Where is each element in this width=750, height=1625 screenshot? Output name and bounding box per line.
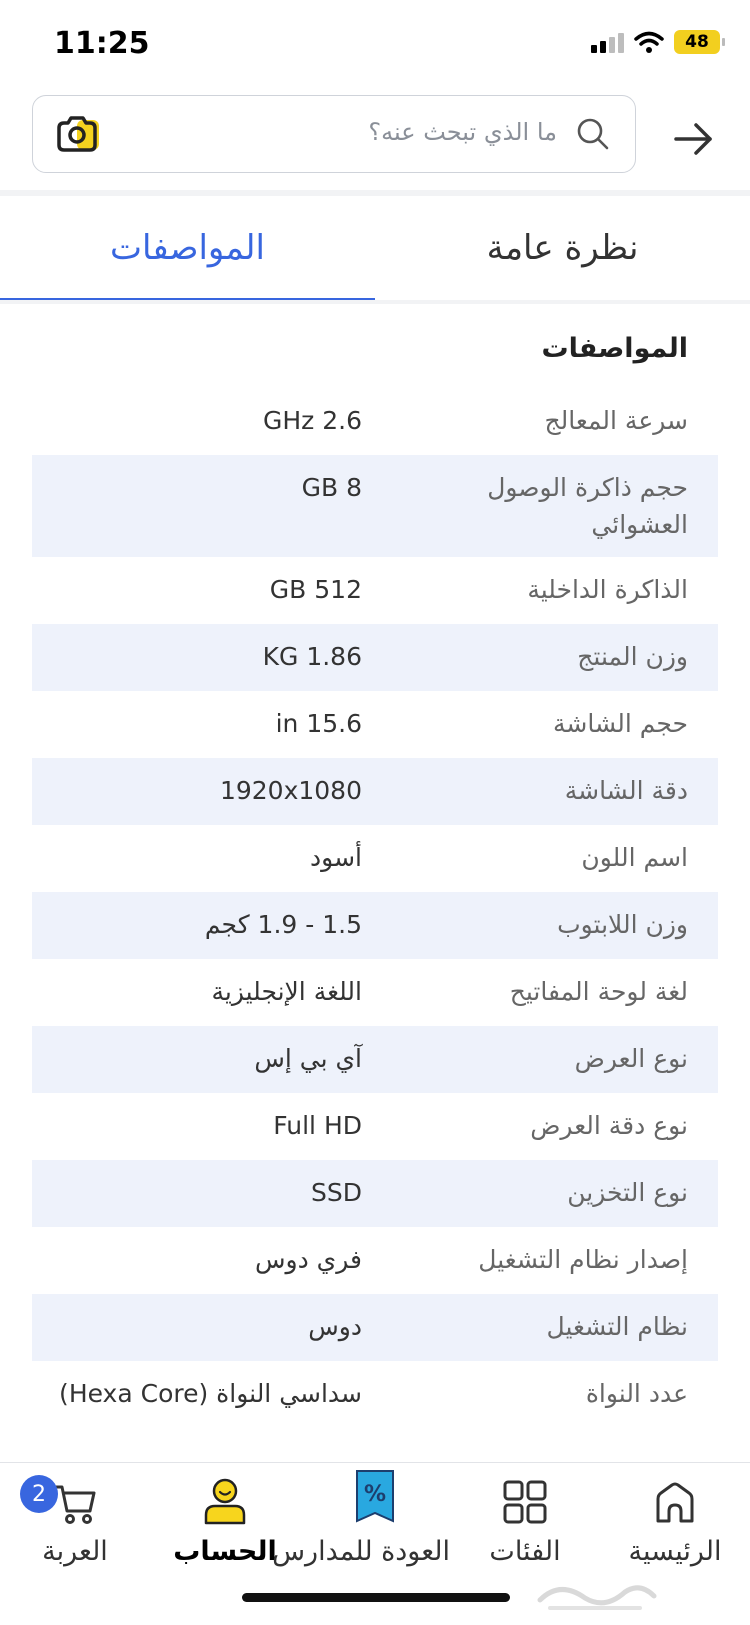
spec-value: فري دوس [255, 1245, 362, 1274]
spec-key: حجم الشاشة [552, 709, 688, 738]
nav-cart[interactable]: 2 العربة [0, 1463, 150, 1583]
spec-row: نوع دقة العرض Full HD [32, 1093, 718, 1160]
svg-text:%: % [364, 1482, 386, 1507]
spec-key: وزن المنتج [577, 642, 688, 671]
spec-key: اسم اللون [581, 843, 688, 872]
spec-key: وزن اللابتوب [557, 910, 688, 939]
status-time: 11:25 [54, 26, 150, 61]
home-icon [656, 1482, 694, 1523]
spec-row: نوع التخزين SSD [32, 1160, 718, 1227]
spec-key: حجم ذاكرة الوصول العشوائي [487, 473, 688, 539]
nav-back-to-school[interactable]: % العودة للمدارس [272, 1463, 450, 1583]
spec-key: دقة الشاشة [564, 776, 688, 805]
spec-value: آي بي إس [254, 1044, 362, 1073]
grid-icon [503, 1480, 547, 1524]
spec-key: نوع دقة العرض [530, 1111, 688, 1140]
tab-overview[interactable]: نظرة عامة [375, 196, 750, 300]
spec-row: الذاكرة الداخلية 512 GB [32, 557, 718, 624]
nav-home[interactable]: الرئيسية [600, 1463, 750, 1583]
spec-row: نظام التشغيل دوس [32, 1294, 718, 1361]
status-bar: 11:25 48 [0, 0, 750, 90]
spec-key: سرعة المعالج [544, 406, 688, 435]
spec-value: 1.86 KG [262, 642, 362, 671]
spec-row: وزن المنتج 1.86 KG [32, 624, 718, 691]
camera-icon[interactable] [55, 114, 101, 154]
nav-categories[interactable]: الفئات [450, 1463, 600, 1583]
spec-row: لغة لوحة المفاتيح اللغة الإنجليزية [32, 959, 718, 1026]
spec-key: نوع التخزين [567, 1178, 688, 1207]
spec-row: نوع العرض آي بي إس [32, 1026, 718, 1093]
watermark-logo [537, 1585, 657, 1610]
spec-row: حجم الشاشة 15.6 in [32, 691, 718, 758]
cart-count-badge: 2 [20, 1475, 58, 1513]
search-header: ما الذي تبحث عنه؟ [0, 95, 750, 180]
home-indicator [242, 1593, 510, 1602]
tab-specifications[interactable]: المواصفات [0, 196, 375, 300]
nav-label-categories: الفئات [489, 1536, 561, 1567]
status-icons: 48 [591, 30, 725, 54]
section-title: المواصفات [541, 333, 688, 364]
nav-label-home: الرئيسية [628, 1536, 722, 1567]
spec-value: 1920x1080 [219, 776, 362, 805]
spec-value: SSD [311, 1178, 362, 1207]
spec-row: وزن اللابتوب 1.5 - 1.9 كجم [32, 892, 718, 959]
cart-icon [54, 1485, 96, 1524]
spec-row: اسم اللون أسود [32, 825, 718, 892]
spec-key: عدد النواة [585, 1379, 688, 1408]
spec-key: الذاكرة الداخلية [527, 575, 688, 604]
spec-value: دوس [308, 1312, 362, 1341]
search-placeholder: ما الذي تبحث عنه؟ [368, 118, 557, 146]
spec-value: أسود [310, 843, 362, 872]
spec-row: حجم ذاكرة الوصول العشوائي 8 GB [32, 455, 718, 557]
spec-key: نظام التشغيل [546, 1312, 688, 1341]
spec-value: 512 GB [269, 575, 362, 604]
spec-row: إصدار نظام التشغيل فري دوس [32, 1227, 718, 1294]
spec-value: Full HD [273, 1111, 362, 1140]
wifi-icon [634, 31, 664, 53]
spec-value: سداسي النواة (Hexa Core) [59, 1379, 362, 1408]
nav-label-cart: العربة [42, 1536, 108, 1567]
search-icon [577, 118, 609, 150]
tab-bar: نظرة عامة المواصفات [0, 196, 750, 304]
spec-row: عدد النواة سداسي النواة (Hexa Core) [32, 1361, 718, 1428]
discount-tag-icon: % [356, 1470, 394, 1523]
spec-value: 15.6 in [275, 709, 362, 738]
account-icon [204, 1478, 246, 1525]
tabs-divider [0, 300, 750, 304]
battery-icon: 48 [674, 30, 725, 54]
nav-label-back-to-school: العودة للمدارس [272, 1536, 450, 1567]
spec-value: 1.5 - 1.9 كجم [204, 910, 362, 939]
spec-key: لغة لوحة المفاتيح [509, 977, 688, 1006]
spec-value: 2.6 GHz [262, 406, 362, 435]
spec-value: 8 GB [301, 473, 362, 502]
spec-value: اللغة الإنجليزية [211, 977, 362, 1006]
search-input[interactable]: ما الذي تبحث عنه؟ [32, 95, 636, 173]
spec-row: سرعة المعالج 2.6 GHz [32, 388, 718, 455]
cellular-signal-icon [591, 31, 624, 53]
spec-table: سرعة المعالج 2.6 GHz حجم ذاكرة الوصول العش… [32, 388, 718, 1428]
spec-key: إصدار نظام التشغيل [478, 1245, 688, 1274]
spec-key: نوع العرض [574, 1044, 688, 1073]
back-arrow-icon[interactable] [672, 117, 716, 161]
spec-row: دقة الشاشة 1920x1080 [32, 758, 718, 825]
